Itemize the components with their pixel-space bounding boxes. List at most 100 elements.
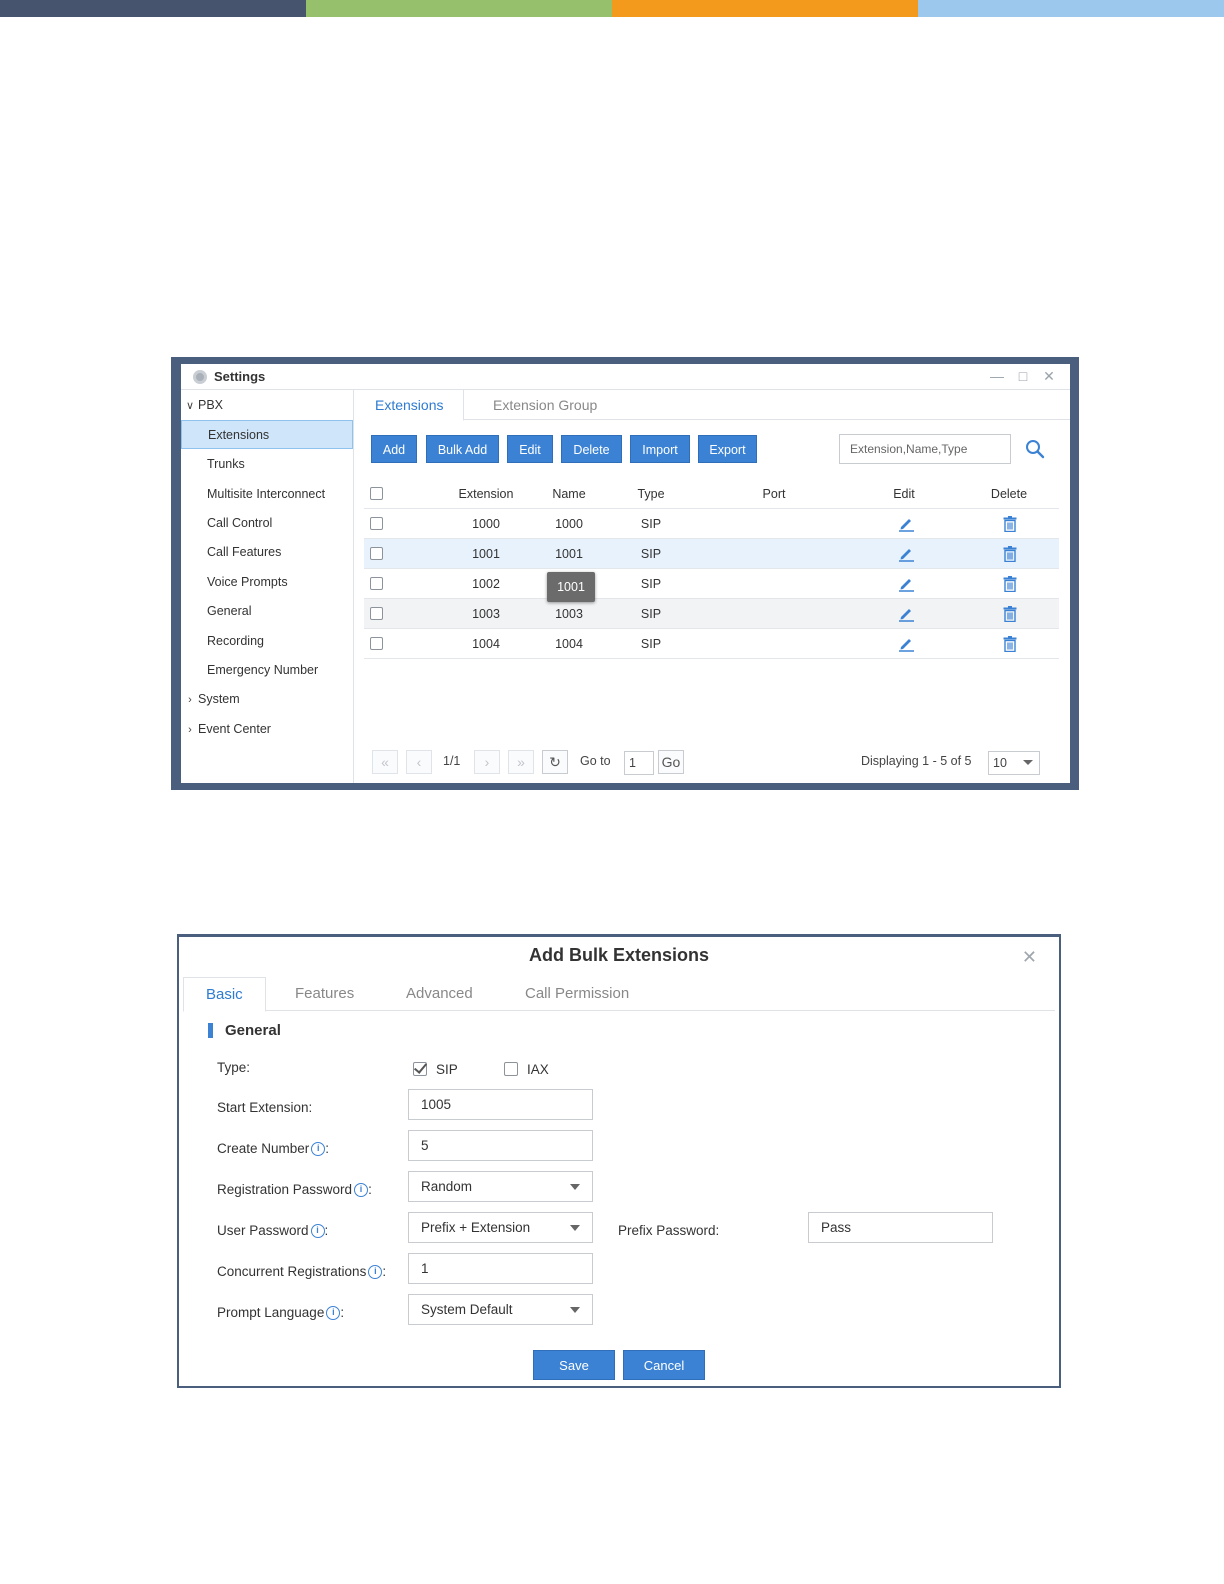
tab-extensions[interactable]: Extensions [355,390,465,421]
col-type[interactable]: Type [609,479,693,509]
row-checkbox[interactable] [370,637,383,650]
window-title-bar[interactable]: Settings — □ ✕ [181,364,1070,390]
table-row[interactable]: 1003 1003 SIP [364,599,1059,629]
color-segment-2 [306,0,612,17]
gear-icon [193,370,207,384]
minimize-icon[interactable]: — [990,368,1004,384]
edit-icon[interactable] [894,546,918,562]
info-icon[interactable]: i [368,1265,383,1279]
registration-password-select[interactable]: Random [408,1171,593,1202]
user-password-label: User Password i: [217,1221,328,1241]
search-icon[interactable] [1025,439,1045,459]
cell-type: SIP [640,547,662,561]
sidebar-group-pbx[interactable]: ∨ PBX [182,391,354,420]
search-input[interactable]: Extension,Name,Type [839,434,1011,464]
row-checkbox[interactable] [370,577,383,590]
trash-icon[interactable] [998,576,1022,593]
maximize-icon[interactable]: □ [1016,368,1030,384]
tab-basic[interactable]: Basic [183,977,266,1012]
goto-page-input[interactable]: 1 [624,751,654,775]
close-icon[interactable]: ✕ [1022,947,1037,968]
sidebar-item-label: Call Control [207,516,273,530]
cell-extension: 1004 [472,637,500,651]
refresh-icon[interactable]: ↻ [542,750,568,774]
export-button[interactable]: Export [698,435,757,463]
trash-icon[interactable] [998,606,1022,623]
edit-icon[interactable] [894,516,918,532]
sidebar-group-system[interactable]: › System [182,685,354,714]
sidebar-item-call-control[interactable]: Call Control [181,509,353,538]
table-row[interactable]: 1001 1001 SIP [364,539,1059,569]
sidebar-item-emergency-number[interactable]: Emergency Number [181,656,353,685]
tab-bar: Extensions Extension Group [355,390,1070,421]
col-port[interactable]: Port [724,479,824,509]
tab-call-permission[interactable]: Call Permission [503,977,651,1012]
sidebar-item-call-features[interactable]: Call Features [181,538,353,567]
col-extension[interactable]: Extension [434,479,538,509]
tab-features[interactable]: Features [273,977,376,1012]
col-name[interactable]: Name [524,479,614,509]
label-colon: : [325,1141,330,1156]
page-size-select[interactable]: 10 [988,751,1040,775]
sip-label: SIP [436,1062,458,1077]
import-button[interactable]: Import [630,435,690,463]
go-button[interactable]: Go [658,750,684,774]
chevron-right-icon: › [188,724,192,736]
edit-icon[interactable] [894,576,918,592]
sidebar-item-trunks[interactable]: Trunks [181,450,353,479]
sip-checkbox[interactable]: SIP [413,1061,458,1079]
edit-button[interactable]: Edit [507,435,553,463]
tab-advanced[interactable]: Advanced [384,977,495,1012]
edit-icon[interactable] [894,606,918,622]
row-checkbox[interactable] [370,547,383,560]
cancel-button[interactable]: Cancel [623,1350,705,1380]
cell-type: SIP [640,607,662,621]
edit-icon[interactable] [894,636,918,652]
section-general: General [208,1022,281,1040]
select-all-checkbox[interactable] [370,487,383,500]
displaying-count: Displaying 1 - 5 of 5 [861,754,972,768]
prefix-password-input[interactable]: Pass [808,1212,993,1243]
table-row[interactable]: 1004 1004 SIP [364,629,1059,659]
window-title: Settings [214,369,266,384]
last-page-icon[interactable]: » [508,750,534,774]
trash-icon[interactable] [998,516,1022,533]
create-number-input[interactable]: 5 [408,1130,593,1161]
info-icon[interactable]: i [354,1183,369,1197]
trash-icon[interactable] [998,636,1022,653]
chevron-down-icon [1023,760,1033,765]
sidebar-item-general[interactable]: General [181,597,353,626]
start-extension-input[interactable]: 1005 [408,1089,593,1120]
tab-extension-group[interactable]: Extension Group [473,390,617,421]
info-icon[interactable]: i [311,1142,326,1156]
delete-button[interactable]: Delete [561,435,622,463]
user-password-select[interactable]: Prefix + Extension [408,1212,593,1243]
chevron-down-icon [570,1225,580,1231]
sidebar-item-voice-prompts[interactable]: Voice Prompts [181,568,353,597]
prev-page-icon[interactable]: ‹ [406,750,432,774]
bulk-add-button[interactable]: Bulk Add [426,435,499,463]
sidebar-item-multisite-interconnect[interactable]: Multisite Interconnect [181,480,353,509]
row-checkbox[interactable] [370,517,383,530]
concurrent-registrations-input[interactable]: 1 [408,1253,593,1284]
label-colon: : [368,1182,372,1197]
info-icon[interactable]: i [326,1306,341,1320]
sidebar-group-event-center[interactable]: › Event Center [182,715,354,744]
cell-name: 1003 [555,607,583,621]
save-button[interactable]: Save [533,1350,615,1380]
info-icon[interactable]: i [310,1224,325,1238]
iax-checkbox[interactable]: IAX [504,1061,549,1079]
row-checkbox[interactable] [370,607,383,620]
sidebar-item-recording[interactable]: Recording [181,627,353,656]
table-row[interactable]: 1002 SIP [364,569,1059,599]
trash-icon[interactable] [998,546,1022,563]
sidebar-item-extensions[interactable]: Extensions [181,420,353,449]
next-page-icon[interactable]: › [474,750,500,774]
label-colon: : [382,1264,387,1279]
add-button[interactable]: Add [371,435,417,463]
table-row[interactable]: 1000 1000 SIP [364,509,1059,539]
first-page-icon[interactable]: « [372,750,398,774]
close-icon[interactable]: ✕ [1042,368,1056,384]
prompt-language-select[interactable]: System Default [408,1294,593,1325]
user-password-value: Prefix + Extension [421,1220,531,1235]
